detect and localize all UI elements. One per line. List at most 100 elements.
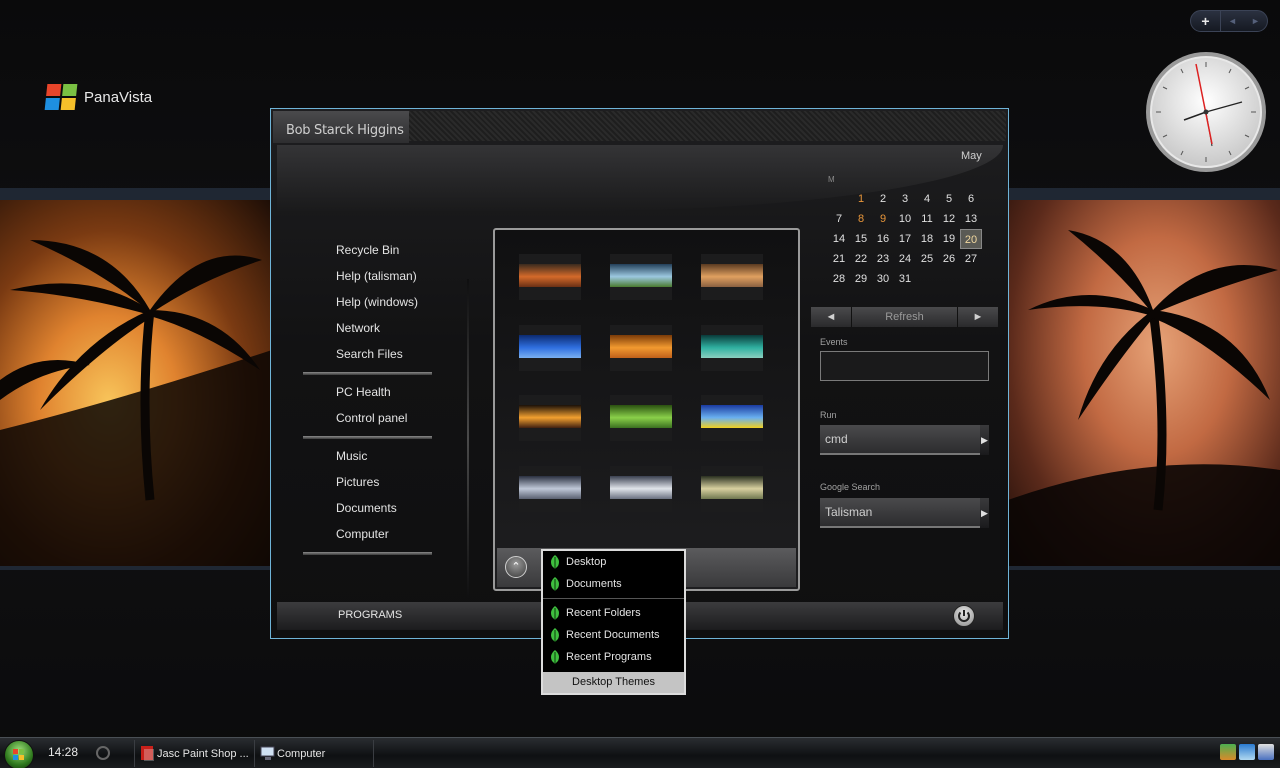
theme-thumbnail-image bbox=[610, 405, 672, 428]
desktop-themes-item[interactable]: Desktop Themes bbox=[543, 672, 684, 693]
calendar-day[interactable]: 31 bbox=[894, 269, 916, 289]
google-search-button[interactable]: ▶ bbox=[980, 498, 989, 528]
calendar-day[interactable]: 13 bbox=[960, 209, 982, 229]
calendar-day[interactable]: 27 bbox=[960, 249, 982, 269]
google-search-field: ▶ bbox=[820, 498, 989, 528]
theme-thumbnail[interactable] bbox=[610, 395, 672, 441]
calendar-day[interactable]: 15 bbox=[850, 229, 872, 249]
menu-item-control-panel[interactable]: Control panel bbox=[303, 405, 433, 431]
wallpaper-left bbox=[0, 200, 272, 566]
menu-item-help-talisman[interactable]: Help (talisman) bbox=[303, 263, 433, 289]
calendar-day[interactable]: 1 bbox=[850, 189, 872, 209]
calendar-day[interactable]: 11 bbox=[916, 209, 938, 229]
calendar-refresh-button[interactable]: Refresh bbox=[851, 307, 958, 327]
calendar-day[interactable]: 10 bbox=[894, 209, 916, 229]
context-item-recent-documents[interactable]: Recent Documents bbox=[543, 624, 684, 646]
calendar-day[interactable]: 25 bbox=[916, 249, 938, 269]
calendar-day[interactable]: 28 bbox=[828, 269, 850, 289]
menu-item-computer[interactable]: Computer bbox=[303, 521, 433, 547]
theme-thumbnail-image bbox=[519, 476, 581, 499]
calendar-day[interactable]: 23 bbox=[872, 249, 894, 269]
theme-thumbnail[interactable] bbox=[701, 466, 763, 512]
tray-network-icon[interactable] bbox=[1239, 744, 1255, 760]
start-button[interactable] bbox=[4, 740, 34, 768]
nav-separator bbox=[303, 431, 433, 443]
calendar-day[interactable]: 6 bbox=[960, 189, 982, 209]
add-gadget-button[interactable]: + bbox=[1191, 11, 1221, 31]
calendar-day[interactable]: 30 bbox=[872, 269, 894, 289]
search-icon[interactable] bbox=[96, 746, 110, 760]
leaf-icon bbox=[548, 649, 562, 673]
calendar-day[interactable]: 16 bbox=[872, 229, 894, 249]
calendar-day[interactable]: 17 bbox=[894, 229, 916, 249]
calendar-day[interactable]: 5 bbox=[938, 189, 960, 209]
menu-item-help-windows[interactable]: Help (windows) bbox=[303, 289, 433, 315]
calendar-day[interactable]: 14 bbox=[828, 229, 850, 249]
google-search-input[interactable] bbox=[820, 498, 980, 528]
calendar-day[interactable]: 19 bbox=[938, 229, 960, 249]
context-item-recent-folders[interactable]: Recent Folders bbox=[543, 602, 684, 624]
calendar-day[interactable]: 29 bbox=[850, 269, 872, 289]
taskbar-clock[interactable]: 14:28 bbox=[48, 745, 78, 759]
calendar-day[interactable]: 8 bbox=[850, 209, 872, 229]
calendar-day[interactable]: 26 bbox=[938, 249, 960, 269]
context-item-desktop[interactable]: Desktop bbox=[543, 551, 684, 573]
context-item-label: Desktop bbox=[566, 556, 607, 568]
context-item-recent-programs[interactable]: Recent Programs bbox=[543, 646, 684, 668]
calendar-day[interactable]: 24 bbox=[894, 249, 916, 269]
theme-thumbnail[interactable] bbox=[519, 325, 581, 371]
calendar-day[interactable]: 2 bbox=[872, 189, 894, 209]
nav-divider bbox=[467, 279, 469, 599]
start-menu-nav: Recycle Bin Help (talisman) Help (windows)… bbox=[303, 237, 433, 559]
theme-thumbnail[interactable] bbox=[519, 254, 581, 300]
clock-gadget[interactable] bbox=[1144, 50, 1268, 174]
calendar-day[interactable]: 3 bbox=[894, 189, 916, 209]
theme-thumbnail[interactable] bbox=[701, 395, 763, 441]
menu-item-pictures[interactable]: Pictures bbox=[303, 469, 433, 495]
calendar: M 1 2 3 4 5 6 7 8 9 10 11 12 13 14 15 16 17 18 19 20 21 22 23 2… bbox=[828, 175, 1003, 289]
run-label: Run bbox=[820, 410, 837, 420]
taskbar-button-computer[interactable]: Computer bbox=[254, 740, 374, 767]
theme-thumbnail[interactable] bbox=[701, 325, 763, 371]
programs-button[interactable]: PROGRAMS bbox=[338, 609, 402, 621]
menu-item-network[interactable]: Network bbox=[303, 315, 433, 341]
run-go-button[interactable]: ▶ bbox=[980, 425, 989, 455]
run-input[interactable] bbox=[820, 425, 980, 455]
theme-thumbnail[interactable] bbox=[701, 254, 763, 300]
calendar-day[interactable]: 7 bbox=[828, 209, 850, 229]
theme-thumbnail-image bbox=[519, 405, 581, 428]
desktop: PanaVista + ◄ ► Bob Starck Higgins Recyc… bbox=[0, 0, 1280, 768]
menu-item-pc-health[interactable]: PC Health bbox=[303, 379, 433, 405]
menu-item-search-files[interactable]: Search Files bbox=[303, 341, 433, 367]
logo-text: PanaVista bbox=[84, 88, 153, 106]
panavista-logo: PanaVista bbox=[44, 84, 153, 110]
calendar-day[interactable]: 20 bbox=[960, 229, 982, 249]
calendar-week: 21 22 23 24 25 26 27 bbox=[828, 249, 1003, 269]
windows-logo-icon bbox=[13, 749, 24, 760]
sidebar-next-button[interactable]: ► bbox=[1244, 11, 1267, 31]
context-item-documents[interactable]: Documents bbox=[543, 573, 684, 595]
theme-thumbnail[interactable] bbox=[610, 325, 672, 371]
theme-thumbnail[interactable] bbox=[610, 254, 672, 300]
menu-item-documents[interactable]: Documents bbox=[303, 495, 433, 521]
calendar-day[interactable]: 22 bbox=[850, 249, 872, 269]
theme-thumbnail-image bbox=[701, 335, 763, 358]
power-button[interactable] bbox=[953, 605, 975, 627]
sidebar-prev-button[interactable]: ◄ bbox=[1221, 11, 1244, 31]
theme-thumbnail[interactable] bbox=[519, 466, 581, 512]
calendar-day[interactable]: 12 bbox=[938, 209, 960, 229]
theme-thumbnail[interactable] bbox=[519, 395, 581, 441]
taskbar-button-paintshop[interactable]: Jasc Paint Shop ... bbox=[134, 740, 253, 767]
calendar-next-button[interactable]: ► bbox=[958, 307, 998, 327]
tray-volume-icon[interactable] bbox=[1258, 744, 1274, 760]
menu-item-music[interactable]: Music bbox=[303, 443, 433, 469]
calendar-day[interactable]: 21 bbox=[828, 249, 850, 269]
menu-item-recycle-bin[interactable]: Recycle Bin bbox=[303, 237, 433, 263]
calendar-day[interactable]: 18 bbox=[916, 229, 938, 249]
scroll-up-button[interactable]: ⌃ bbox=[505, 556, 527, 578]
calendar-day[interactable]: 4 bbox=[916, 189, 938, 209]
tray-app-icon[interactable] bbox=[1220, 744, 1236, 760]
theme-thumbnail[interactable] bbox=[610, 466, 672, 512]
calendar-prev-button[interactable]: ◄ bbox=[811, 307, 851, 327]
calendar-day[interactable]: 9 bbox=[872, 209, 894, 229]
